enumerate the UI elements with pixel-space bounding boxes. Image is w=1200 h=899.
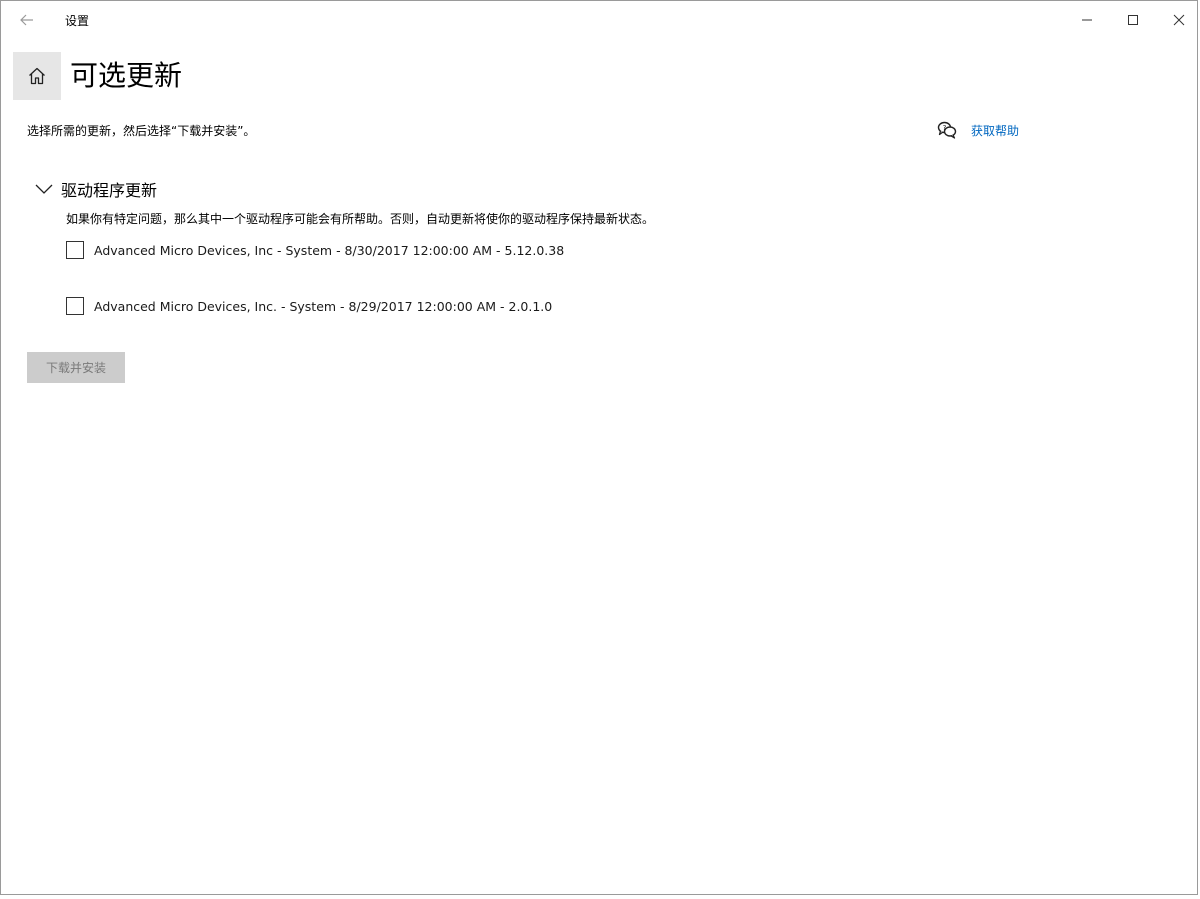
minimize-button[interactable] — [1064, 1, 1110, 39]
update-item[interactable]: Advanced Micro Devices, Inc. - System - … — [66, 297, 552, 315]
minimize-icon — [1082, 19, 1092, 21]
section-title: 驱动程序更新 — [61, 181, 158, 200]
section-description: 如果你有特定问题，那么其中一个驱动程序可能会有所帮助。否则，自动更新将使你的驱动… — [66, 212, 655, 226]
title-bar: 设置 — [1, 1, 1197, 39]
back-button[interactable] — [11, 6, 43, 34]
download-install-button[interactable]: 下载并安装 — [27, 352, 125, 383]
update-checkbox[interactable] — [66, 241, 84, 259]
home-button[interactable] — [13, 52, 61, 100]
back-arrow-icon — [20, 14, 33, 26]
close-icon — [1173, 14, 1185, 26]
svg-text:?: ? — [943, 124, 947, 132]
page-subtitle: 选择所需的更新，然后选择“下载并安装”。 — [27, 124, 256, 138]
driver-updates-header[interactable]: 驱动程序更新 — [35, 177, 157, 201]
maximize-icon — [1128, 15, 1138, 25]
page-title: 可选更新 — [70, 59, 183, 92]
get-help-link[interactable]: 获取帮助 — [971, 122, 1019, 139]
maximize-button[interactable] — [1110, 1, 1156, 39]
app-title: 设置 — [65, 14, 90, 28]
chat-help-icon[interactable]: ? — [937, 120, 957, 140]
close-button[interactable] — [1156, 1, 1200, 39]
chevron-down-icon — [35, 184, 53, 194]
update-label: Advanced Micro Devices, Inc - System - 8… — [94, 242, 565, 258]
update-checkbox[interactable] — [66, 297, 84, 315]
update-item[interactable]: Advanced Micro Devices, Inc - System - 8… — [66, 241, 564, 259]
update-label: Advanced Micro Devices, Inc. - System - … — [94, 298, 553, 314]
home-icon — [29, 67, 45, 85]
settings-window: 设置 可选更新 选择所需的更新，然后选择“下载并安装”。 ? 获取帮助 驱动程序… — [0, 0, 1198, 895]
